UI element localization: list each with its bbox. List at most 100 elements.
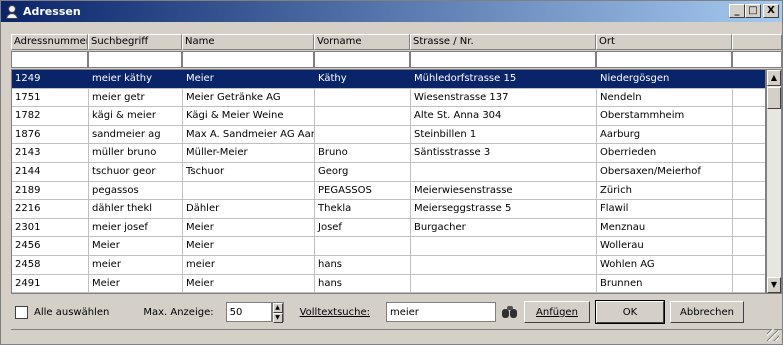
cell-adressnummer: 1876 (12, 125, 89, 144)
table-row[interactable]: 2456 Meier Meier Wollerau (12, 237, 765, 256)
cell-adressnummer: 1249 (12, 70, 89, 88)
spin-down-icon[interactable]: ▼ (272, 313, 283, 323)
filter-adressnummer[interactable] (11, 51, 88, 68)
cell-suchbegriff: Meier (89, 274, 183, 293)
cell-strasse: Meierwiesenstrasse (411, 181, 597, 200)
table-row[interactable]: 2144 tschuor geor Tschuor Georg Obersaxen/Me… (12, 162, 765, 182)
filter-suchbegriff[interactable] (88, 51, 182, 68)
column-header-ort[interactable]: Ort (596, 34, 732, 50)
scroll-thumb[interactable] (767, 87, 781, 109)
cell-vorname (315, 107, 411, 125)
cell-strasse: Wiesenstrasse 137 (411, 88, 597, 107)
cell-suchbegriff: meier (89, 255, 183, 274)
minimize-button[interactable]: _ (729, 4, 745, 18)
cell-name: Meier (183, 70, 315, 88)
cell-suchbegriff: Meier (89, 237, 183, 255)
cell-strasse (411, 237, 597, 255)
filter-extra[interactable] (732, 51, 782, 68)
cell-suchbegriff: sandmeier ag (89, 125, 183, 144)
cell-strasse (411, 162, 597, 181)
table-row[interactable]: 2301 meier josef Meier Josef Burgacher Menzna… (12, 218, 765, 238)
table-row[interactable]: 2216 dähler thekl Dähler Thekla Meierseggstr… (12, 200, 765, 219)
ok-button[interactable]: OK (594, 300, 665, 324)
cell-vorname: Georg (315, 162, 411, 181)
cell-vorname: hans (315, 255, 411, 274)
maximize-button[interactable]: □ (745, 4, 761, 18)
fulltext-search-input[interactable] (385, 302, 496, 322)
cell-name: Tschuor (183, 162, 315, 181)
cell-name: Meier (183, 237, 315, 255)
filter-row (11, 51, 782, 68)
column-header-adressnummer[interactable]: Adressnummer (11, 34, 88, 50)
cell-adressnummer: 2456 (12, 237, 89, 255)
cell-adressnummer: 2458 (12, 255, 89, 274)
column-header-suchbegriff[interactable]: Suchbegriff (88, 34, 182, 50)
cell-suchbegriff: müller bruno (89, 144, 183, 162)
column-header-name[interactable]: Name (182, 34, 314, 50)
table-row[interactable]: 2491 Meier Meier hans Brunnen (12, 274, 765, 293)
table-row[interactable]: 2458 meier meier hans Wohlen AG (12, 255, 765, 275)
vertical-scrollbar[interactable]: ▲ ▼ (766, 69, 782, 294)
cancel-button[interactable]: Abbrechen (669, 301, 744, 323)
cell-name: Kägi & Meier Weine (183, 107, 315, 125)
table-row[interactable]: 2189 pegassos PEGASSOS Meierwiesenstrasse Zü… (12, 181, 765, 201)
table-row[interactable]: 1782 kägi & meier Kägi & Meier Weine Alte S… (12, 107, 765, 126)
table-row[interactable]: 1876 sandmeier ag Max A. Sandmeier AG Aar S… (12, 125, 765, 145)
cell-ort: Obersaxen/Meierhof (597, 162, 733, 181)
cell-name: Meier (183, 274, 315, 293)
filter-vorname[interactable] (314, 51, 410, 68)
cell-ort: Oberrieden (597, 144, 733, 162)
table-row[interactable]: 1249 meier käthy Meier Käthy Mühledorfstrass… (12, 70, 765, 89)
title-bar[interactable]: Adressen _ □ X (1, 1, 782, 22)
cell-name: Dähler (183, 200, 315, 218)
filter-ort[interactable] (596, 51, 732, 68)
cell-strasse: Meierseggstrasse 5 (411, 200, 597, 218)
cell-vorname: Josef (315, 218, 411, 237)
status-bar (11, 329, 782, 344)
scroll-down-button[interactable]: ▼ (767, 277, 781, 293)
max-display-input[interactable] (225, 302, 272, 322)
table-row[interactable]: 1751 meier getr Meier Getränke AG Wiesenstr… (12, 88, 765, 108)
resize-grip-icon[interactable] (767, 329, 779, 341)
cell-vorname (315, 88, 411, 107)
column-header-strasse[interactable]: Strasse / Nr. (410, 34, 596, 50)
append-button[interactable]: Anfügen (523, 301, 590, 323)
cell-adressnummer: 1782 (12, 107, 89, 125)
select-all-checkbox[interactable] (15, 305, 28, 319)
spin-up-icon[interactable]: ▲ (272, 303, 283, 313)
cell-suchbegriff: pegassos (89, 181, 183, 200)
append-button-label: Anfügen (536, 306, 578, 318)
cell-name: Müller-Meier (183, 144, 315, 162)
address-list[interactable]: 1249 meier käthy Meier Käthy Mühledorfstrass… (11, 69, 766, 294)
close-button[interactable]: X (763, 4, 779, 18)
addresses-window: Adressen _ □ X Adressnummer Suchbegriff … (0, 0, 783, 345)
cell-ort: Niedergösgen (597, 70, 733, 88)
cell-vorname: Käthy (315, 70, 411, 88)
max-display-spinner[interactable]: ▲ ▼ (271, 302, 284, 323)
binoculars-search-icon[interactable] (501, 305, 518, 319)
cell-strasse: Burgacher (411, 218, 597, 237)
cell-adressnummer: 2189 (12, 181, 89, 200)
cell-suchbegriff: meier josef (89, 218, 183, 237)
cell-adressnummer: 1751 (12, 88, 89, 107)
filter-name[interactable] (182, 51, 314, 68)
cell-strasse (411, 255, 597, 274)
table-row[interactable]: 2143 müller bruno Müller-Meier Bruno Säntiss… (12, 144, 765, 163)
cell-suchbegriff: meier getr (89, 88, 183, 107)
cell-ort: Wohlen AG (597, 255, 733, 274)
cell-strasse: Alte St. Anna 304 (411, 107, 597, 125)
scroll-up-button[interactable]: ▲ (767, 70, 781, 86)
column-header-extra[interactable] (732, 34, 782, 50)
cell-vorname: Thekla (315, 200, 411, 218)
bottom-toolbar: Alle auswählen Max. Anzeige: ▲ ▼ Volltex… (11, 297, 782, 327)
cell-ort: Aarburg (597, 125, 733, 144)
window-title: Adressen (23, 5, 81, 18)
fulltext-search-label: Volltextsuche: (299, 306, 370, 318)
person-icon (4, 4, 20, 20)
cell-vorname (315, 125, 411, 144)
column-header-row: Adressnummer Suchbegriff Name Vorname St… (11, 34, 782, 50)
cell-ort: Flawil (597, 200, 733, 218)
filter-strasse[interactable] (410, 51, 596, 68)
cell-adressnummer: 2491 (12, 274, 89, 293)
column-header-vorname[interactable]: Vorname (314, 34, 410, 50)
